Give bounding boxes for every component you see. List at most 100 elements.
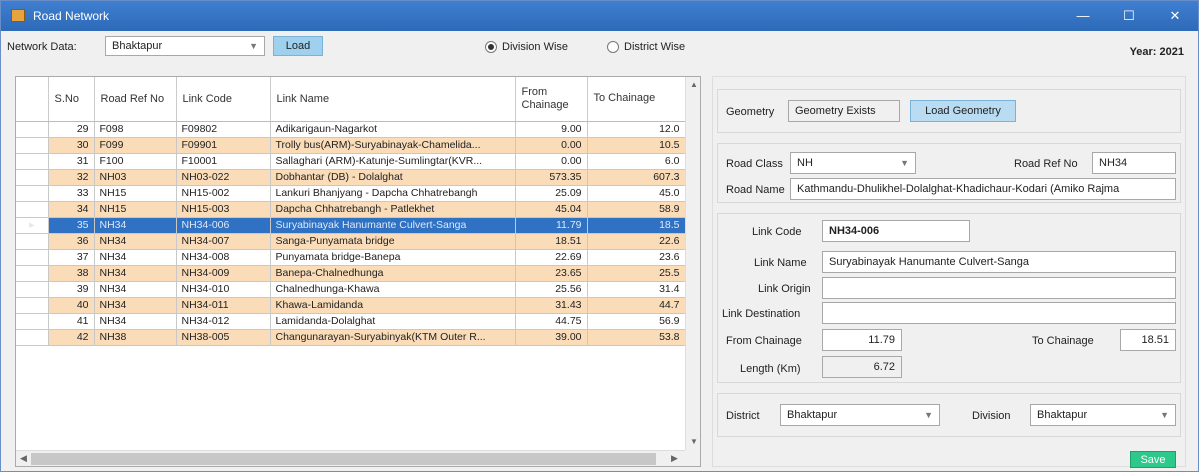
- from-chainage-cell[interactable]: 18.51: [515, 233, 588, 250]
- from-chainage-cell[interactable]: 573.35: [515, 169, 588, 186]
- road-ref-cell[interactable]: NH34: [94, 297, 177, 314]
- road-ref-cell[interactable]: NH15: [94, 185, 177, 202]
- scroll-up-icon[interactable]: ▲: [690, 80, 698, 89]
- link-code-cell[interactable]: NH15-002: [176, 185, 271, 202]
- link-code-field[interactable]: NH34-006: [822, 220, 970, 242]
- road-ref-cell[interactable]: NH34: [94, 265, 177, 282]
- save-button[interactable]: Save: [1130, 451, 1176, 468]
- sno-cell[interactable]: 30: [48, 137, 95, 154]
- from-chainage-cell[interactable]: 22.69: [515, 249, 588, 266]
- sno-cell[interactable]: 41: [48, 313, 95, 330]
- to-chainage-cell[interactable]: 31.4: [587, 281, 686, 298]
- table-row[interactable]: 39 NH34 NH34-010 Chalnedhunga-Khawa 25.56 31.…: [16, 281, 686, 298]
- sno-cell[interactable]: 34: [48, 201, 95, 218]
- link-name-cell[interactable]: Punyamata bridge-Banepa: [270, 249, 516, 266]
- row-header[interactable]: [16, 169, 49, 186]
- sno-cell[interactable]: 39: [48, 281, 95, 298]
- road-ref-cell[interactable]: NH15: [94, 201, 177, 218]
- link-code-cell[interactable]: F09802: [176, 121, 271, 138]
- road-ref-cell[interactable]: F098: [94, 121, 177, 138]
- road-ref-cell[interactable]: NH38: [94, 329, 177, 346]
- from-chainage-cell[interactable]: 11.79: [515, 217, 588, 234]
- to-chainage-cell[interactable]: 53.8: [587, 329, 686, 346]
- link-origin-field[interactable]: [822, 277, 1176, 299]
- link-destination-field[interactable]: [822, 302, 1176, 324]
- row-header[interactable]: [16, 201, 49, 218]
- link-code-cell[interactable]: NH15-003: [176, 201, 271, 218]
- col-header-sno[interactable]: S.No: [48, 77, 95, 122]
- horizontal-scrollbar[interactable]: ◀ ▶: [16, 450, 685, 466]
- link-code-cell[interactable]: NH34-011: [176, 297, 271, 314]
- division-wise-radio[interactable]: [485, 41, 497, 53]
- link-code-cell[interactable]: NH34-007: [176, 233, 271, 250]
- table-row[interactable]: 34 NH15 NH15-003 Dapcha Chhatrebangh - Patl…: [16, 201, 686, 218]
- col-header-from-chainage[interactable]: From Chainage: [515, 77, 588, 122]
- link-name-cell[interactable]: Dapcha Chhatrebangh - Patlekhet: [270, 201, 516, 218]
- road-ref-cell[interactable]: NH34: [94, 233, 177, 250]
- to-chainage-cell[interactable]: 25.5: [587, 265, 686, 282]
- maximize-button[interactable]: ☐: [1106, 1, 1152, 31]
- link-code-cell[interactable]: NH34-010: [176, 281, 271, 298]
- link-name-cell[interactable]: Lankuri Bhanjyang - Dapcha Chhatrebangh: [270, 185, 516, 202]
- link-name-cell[interactable]: Banepa-Chalnedhunga: [270, 265, 516, 282]
- row-header[interactable]: [16, 185, 49, 202]
- to-chainage-cell[interactable]: 56.9: [587, 313, 686, 330]
- to-chainage-cell[interactable]: 23.6: [587, 249, 686, 266]
- to-chainage-cell[interactable]: 12.0: [587, 121, 686, 138]
- road-network-grid[interactable]: S.No Road Ref No Link Code Link Name Fro…: [15, 76, 701, 467]
- to-chainage-cell[interactable]: 22.6: [587, 233, 686, 250]
- link-code-cell[interactable]: NH03-022: [176, 169, 271, 186]
- row-header[interactable]: [16, 265, 49, 282]
- road-ref-field[interactable]: NH34: [1092, 152, 1176, 174]
- from-chainage-field[interactable]: 11.79: [822, 329, 902, 351]
- row-header[interactable]: [16, 329, 49, 346]
- from-chainage-cell[interactable]: 44.75: [515, 313, 588, 330]
- to-chainage-cell[interactable]: 6.0: [587, 153, 686, 170]
- link-name-cell[interactable]: Sallaghari (ARM)-Katunje-Sumlingtar(KVR.…: [270, 153, 516, 170]
- link-code-cell[interactable]: NH34-008: [176, 249, 271, 266]
- road-ref-cell[interactable]: NH34: [94, 281, 177, 298]
- from-chainage-cell[interactable]: 9.00: [515, 121, 588, 138]
- table-row[interactable]: 32 NH03 NH03-022 Dobhantar (DB) - Dolalghat…: [16, 169, 686, 186]
- link-name-cell[interactable]: Khawa-Lamidanda: [270, 297, 516, 314]
- from-chainage-cell[interactable]: 0.00: [515, 153, 588, 170]
- from-chainage-cell[interactable]: 39.00: [515, 329, 588, 346]
- close-button[interactable]: ✕: [1152, 1, 1198, 31]
- to-chainage-field[interactable]: 18.51: [1120, 329, 1176, 351]
- link-name-cell[interactable]: Chalnedhunga-Khawa: [270, 281, 516, 298]
- table-row[interactable]: 42 NH38 NH38-005 Changunarayan-Suryabinyak(…: [16, 329, 686, 346]
- to-chainage-cell[interactable]: 45.0: [587, 185, 686, 202]
- scroll-down-icon[interactable]: ▼: [690, 437, 698, 446]
- link-name-cell[interactable]: Sanga-Punyamata bridge: [270, 233, 516, 250]
- link-name-cell[interactable]: Changunarayan-Suryabinyak(KTM Outer R...: [270, 329, 516, 346]
- title-bar[interactable]: Road Network — ☐ ✕: [1, 1, 1198, 31]
- road-ref-cell[interactable]: NH34: [94, 313, 177, 330]
- scroll-right-icon[interactable]: ▶: [671, 453, 678, 464]
- table-row[interactable]: 40 NH34 NH34-011 Khawa-Lamidanda 31.43 44.7: [16, 297, 686, 314]
- district-select[interactable]: Bhaktapur ▼: [780, 404, 940, 426]
- from-chainage-cell[interactable]: 25.56: [515, 281, 588, 298]
- road-ref-cell[interactable]: NH03: [94, 169, 177, 186]
- to-chainage-cell[interactable]: 607.3: [587, 169, 686, 186]
- col-header-link-code[interactable]: Link Code: [176, 77, 271, 122]
- load-geometry-button[interactable]: Load Geometry: [910, 100, 1016, 122]
- table-row[interactable]: 29 F098 F09802 Adikarigaun-Nagarkot 9.00 12.0: [16, 121, 686, 138]
- sno-cell[interactable]: 32: [48, 169, 95, 186]
- sno-cell[interactable]: 31: [48, 153, 95, 170]
- district-wise-label[interactable]: District Wise: [624, 41, 685, 53]
- table-row[interactable]: ▸ 35 NH34 NH34-006 Suryabinayak Hanumante Cu…: [16, 217, 686, 234]
- road-ref-cell[interactable]: F100: [94, 153, 177, 170]
- row-header[interactable]: [16, 297, 49, 314]
- row-header[interactable]: [16, 137, 49, 154]
- link-name-cell[interactable]: Lamidanda-Dolalghat: [270, 313, 516, 330]
- table-row[interactable]: 33 NH15 NH15-002 Lankuri Bhanjyang - Dapcha…: [16, 185, 686, 202]
- sno-cell[interactable]: 36: [48, 233, 95, 250]
- district-wise-radio[interactable]: [607, 41, 619, 53]
- link-name-cell[interactable]: Dobhantar (DB) - Dolalghat: [270, 169, 516, 186]
- table-row[interactable]: 31 F100 F10001 Sallaghari (ARM)-Katunje-Sum…: [16, 153, 686, 170]
- from-chainage-cell[interactable]: 0.00: [515, 137, 588, 154]
- row-header[interactable]: [16, 233, 49, 250]
- horizontal-scroll-thumb[interactable]: [31, 453, 656, 465]
- from-chainage-cell[interactable]: 31.43: [515, 297, 588, 314]
- row-header[interactable]: [16, 249, 49, 266]
